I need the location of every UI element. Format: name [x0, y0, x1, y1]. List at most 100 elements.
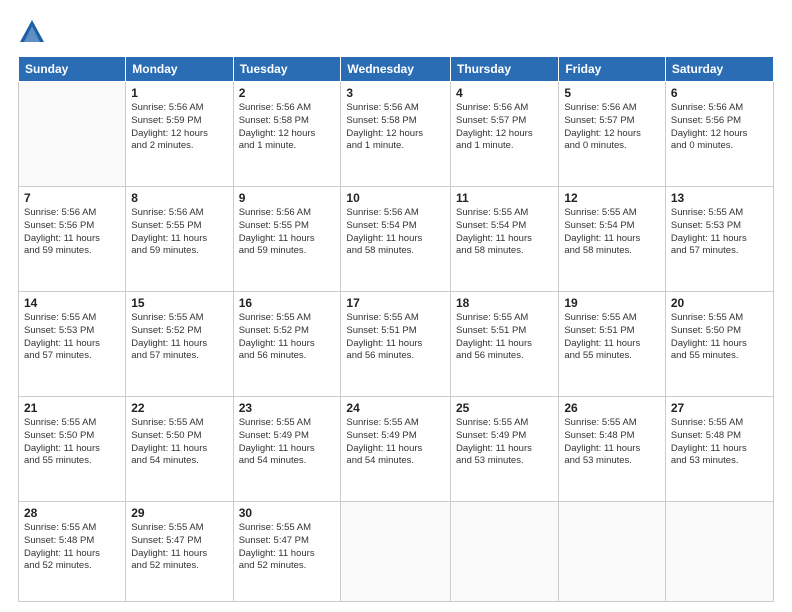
day-number: 15	[131, 296, 227, 310]
day-info: Sunrise: 5:55 AMSunset: 5:49 PMDaylight:…	[346, 417, 445, 468]
day-number: 9	[239, 191, 336, 205]
day-info: Sunrise: 5:56 AMSunset: 5:56 PMDaylight:…	[671, 102, 768, 153]
day-info: Sunrise: 5:55 AMSunset: 5:50 PMDaylight:…	[131, 417, 227, 468]
day-info: Sunrise: 5:55 AMSunset: 5:52 PMDaylight:…	[131, 312, 227, 363]
day-info: Sunrise: 5:55 AMSunset: 5:52 PMDaylight:…	[239, 312, 336, 363]
day-info: Sunrise: 5:55 AMSunset: 5:48 PMDaylight:…	[564, 417, 660, 468]
day-number: 5	[564, 86, 660, 100]
calendar-cell: 26 Sunrise: 5:55 AMSunset: 5:48 PMDayligh…	[559, 396, 666, 501]
day-info: Sunrise: 5:56 AMSunset: 5:57 PMDaylight:…	[456, 102, 553, 153]
calendar-cell: 20 Sunrise: 5:55 AMSunset: 5:50 PMDayligh…	[665, 291, 773, 396]
calendar-cell: 5 Sunrise: 5:56 AMSunset: 5:57 PMDaylight…	[559, 82, 666, 187]
day-number: 7	[24, 191, 120, 205]
day-number: 20	[671, 296, 768, 310]
calendar-table: SundayMondayTuesdayWednesdayThursdayFrid…	[18, 56, 774, 602]
day-info: Sunrise: 5:56 AMSunset: 5:58 PMDaylight:…	[239, 102, 336, 153]
calendar-header-sunday: Sunday	[19, 57, 126, 82]
page-container: SundayMondayTuesdayWednesdayThursdayFrid…	[0, 0, 792, 612]
calendar-week-1: 1 Sunrise: 5:56 AMSunset: 5:59 PMDaylight…	[19, 82, 774, 187]
day-info: Sunrise: 5:55 AMSunset: 5:53 PMDaylight:…	[24, 312, 120, 363]
day-info: Sunrise: 5:56 AMSunset: 5:58 PMDaylight:…	[346, 102, 445, 153]
calendar-header-friday: Friday	[559, 57, 666, 82]
day-number: 29	[131, 506, 227, 520]
calendar-header-row: SundayMondayTuesdayWednesdayThursdayFrid…	[19, 57, 774, 82]
day-number: 4	[456, 86, 553, 100]
header	[18, 18, 774, 46]
day-number: 12	[564, 191, 660, 205]
day-info: Sunrise: 5:55 AMSunset: 5:51 PMDaylight:…	[346, 312, 445, 363]
day-info: Sunrise: 5:55 AMSunset: 5:47 PMDaylight:…	[131, 522, 227, 573]
logo	[18, 18, 50, 46]
day-number: 1	[131, 86, 227, 100]
day-info: Sunrise: 5:55 AMSunset: 5:50 PMDaylight:…	[671, 312, 768, 363]
day-info: Sunrise: 5:56 AMSunset: 5:54 PMDaylight:…	[346, 207, 445, 258]
calendar-week-5: 28Sunrise: 5:55 AMSunset: 5:48 PMDayligh…	[19, 501, 774, 601]
calendar-cell: 23 Sunrise: 5:55 AMSunset: 5:49 PMDayligh…	[233, 396, 341, 501]
calendar-week-3: 14 Sunrise: 5:55 AMSunset: 5:53 PMDayligh…	[19, 291, 774, 396]
day-number: 24	[346, 401, 445, 415]
calendar-cell	[341, 501, 451, 601]
calendar-header-monday: Monday	[126, 57, 233, 82]
calendar-header-saturday: Saturday	[665, 57, 773, 82]
calendar-cell: 22 Sunrise: 5:55 AMSunset: 5:50 PMDayligh…	[126, 396, 233, 501]
day-info: Sunrise: 5:56 AMSunset: 5:55 PMDaylight:…	[131, 207, 227, 258]
calendar-cell: 14 Sunrise: 5:55 AMSunset: 5:53 PMDayligh…	[19, 291, 126, 396]
calendar-cell: 2 Sunrise: 5:56 AMSunset: 5:58 PMDaylight…	[233, 82, 341, 187]
day-number: 8	[131, 191, 227, 205]
calendar-cell: 6Sunrise: 5:56 AMSunset: 5:56 PMDaylight…	[665, 82, 773, 187]
calendar-cell: 1 Sunrise: 5:56 AMSunset: 5:59 PMDaylight…	[126, 82, 233, 187]
calendar-cell	[559, 501, 666, 601]
day-info: Sunrise: 5:55 AMSunset: 5:54 PMDaylight:…	[456, 207, 553, 258]
calendar-cell: 3Sunrise: 5:56 AMSunset: 5:58 PMDaylight…	[341, 82, 451, 187]
day-number: 25	[456, 401, 553, 415]
day-info: Sunrise: 5:56 AMSunset: 5:55 PMDaylight:…	[239, 207, 336, 258]
calendar-cell: 24 Sunrise: 5:55 AMSunset: 5:49 PMDayligh…	[341, 396, 451, 501]
logo-icon	[18, 18, 46, 46]
day-number: 18	[456, 296, 553, 310]
calendar-cell	[19, 82, 126, 187]
calendar-cell: 13 Sunrise: 5:55 AMSunset: 5:53 PMDayligh…	[665, 186, 773, 291]
day-info: Sunrise: 5:55 AMSunset: 5:51 PMDaylight:…	[564, 312, 660, 363]
calendar-cell: 10 Sunrise: 5:56 AMSunset: 5:54 PMDayligh…	[341, 186, 451, 291]
day-info: Sunrise: 5:56 AMSunset: 5:56 PMDaylight:…	[24, 207, 120, 258]
calendar-week-4: 21 Sunrise: 5:55 AMSunset: 5:50 PMDayligh…	[19, 396, 774, 501]
day-info: Sunrise: 5:55 AMSunset: 5:50 PMDaylight:…	[24, 417, 120, 468]
calendar-cell: 16 Sunrise: 5:55 AMSunset: 5:52 PMDayligh…	[233, 291, 341, 396]
day-number: 2	[239, 86, 336, 100]
day-info: Sunrise: 5:55 AMSunset: 5:54 PMDaylight:…	[564, 207, 660, 258]
day-info: Sunrise: 5:55 AMSunset: 5:48 PMDaylight:…	[671, 417, 768, 468]
day-info: Sunrise: 5:56 AMSunset: 5:57 PMDaylight:…	[564, 102, 660, 153]
day-number: 21	[24, 401, 120, 415]
calendar-cell: 12 Sunrise: 5:55 AMSunset: 5:54 PMDayligh…	[559, 186, 666, 291]
calendar-cell: 29 Sunrise: 5:55 AMSunset: 5:47 PMDayligh…	[126, 501, 233, 601]
day-info: Sunrise: 5:55 AMSunset: 5:53 PMDaylight:…	[671, 207, 768, 258]
calendar-cell: 21 Sunrise: 5:55 AMSunset: 5:50 PMDayligh…	[19, 396, 126, 501]
calendar-cell: 4 Sunrise: 5:56 AMSunset: 5:57 PMDaylight…	[451, 82, 559, 187]
calendar-header-tuesday: Tuesday	[233, 57, 341, 82]
calendar-cell: 30 Sunrise: 5:55 AMSunset: 5:47 PMDayligh…	[233, 501, 341, 601]
day-number: 13	[671, 191, 768, 205]
calendar-header-thursday: Thursday	[451, 57, 559, 82]
day-info: Sunrise: 5:55 AMSunset: 5:49 PMDaylight:…	[456, 417, 553, 468]
day-number: 23	[239, 401, 336, 415]
day-number: 22	[131, 401, 227, 415]
calendar-cell	[665, 501, 773, 601]
calendar-cell: 11 Sunrise: 5:55 AMSunset: 5:54 PMDayligh…	[451, 186, 559, 291]
day-number: 10	[346, 191, 445, 205]
calendar-cell: 7 Sunrise: 5:56 AMSunset: 5:56 PMDaylight…	[19, 186, 126, 291]
calendar-cell: 9 Sunrise: 5:56 AMSunset: 5:55 PMDaylight…	[233, 186, 341, 291]
day-number: 30	[239, 506, 336, 520]
day-number: 17	[346, 296, 445, 310]
day-info: Sunrise: 5:55 AMSunset: 5:47 PMDaylight:…	[239, 522, 336, 573]
day-info: Sunrise: 5:56 AMSunset: 5:59 PMDaylight:…	[131, 102, 227, 153]
day-number: 16	[239, 296, 336, 310]
day-number: 14	[24, 296, 120, 310]
calendar-cell: 28Sunrise: 5:55 AMSunset: 5:48 PMDayligh…	[19, 501, 126, 601]
day-number: 26	[564, 401, 660, 415]
day-number: 11	[456, 191, 553, 205]
day-info: Sunrise: 5:55 AMSunset: 5:49 PMDaylight:…	[239, 417, 336, 468]
calendar-cell	[451, 501, 559, 601]
calendar-cell: 8 Sunrise: 5:56 AMSunset: 5:55 PMDaylight…	[126, 186, 233, 291]
calendar-cell: 25 Sunrise: 5:55 AMSunset: 5:49 PMDayligh…	[451, 396, 559, 501]
day-number: 28	[24, 506, 120, 520]
